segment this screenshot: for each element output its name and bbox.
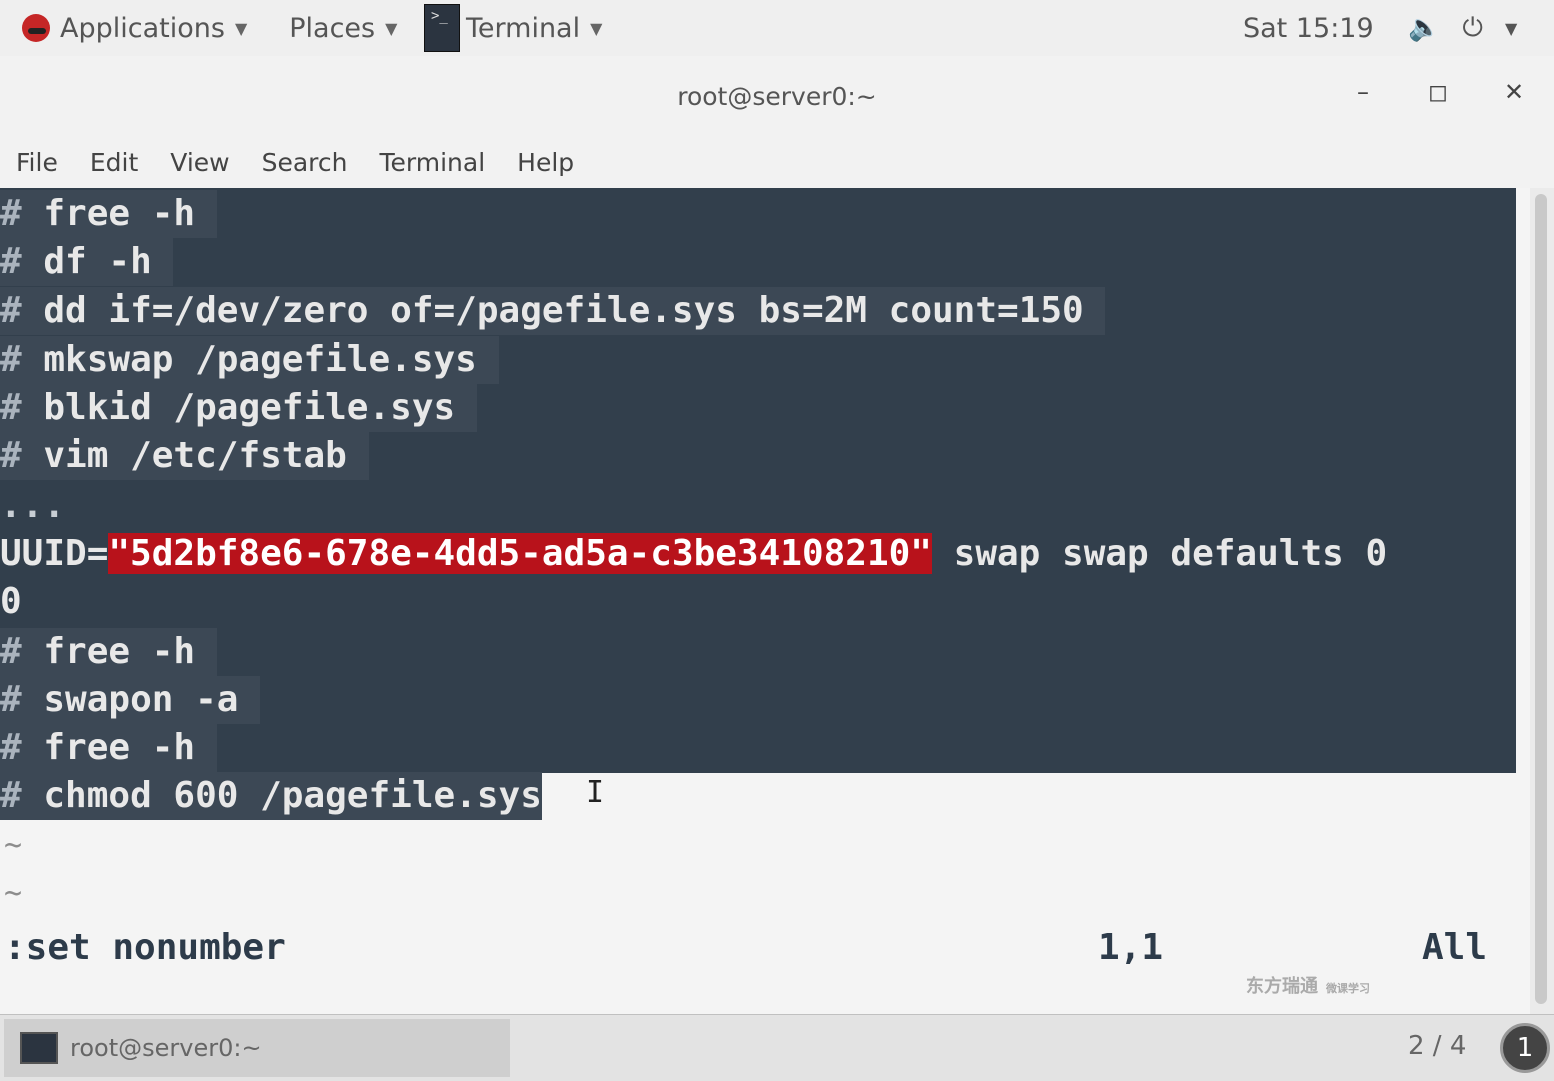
editor-line: # df -h (0, 238, 174, 286)
uuid-value: "5d2bf8e6-678e-4dd5-ad5a-c3be34108210" (108, 533, 932, 574)
cursor-position: 1,1 (1098, 927, 1164, 968)
menu-view[interactable]: View (154, 148, 245, 177)
editor-line: # free -h (0, 190, 217, 238)
top-panel: Applications ▼ Places ▼ >_ Terminal ▼ Sa… (0, 0, 1554, 57)
empty-line-tilde: ~ (4, 828, 23, 863)
terminal-icon (20, 1032, 58, 1064)
workspace-indicator[interactable]: 2 / 4 (1408, 1031, 1466, 1061)
maximize-button[interactable]: ◻ (1421, 78, 1455, 106)
text-cursor-icon: I (586, 775, 605, 810)
redhat-logo-icon (22, 14, 50, 42)
empty-line-tilde: ~ (4, 876, 23, 911)
ellipsis-line: ... (0, 485, 66, 526)
window-titlebar[interactable]: root@server0:~ – ◻ ✕ (0, 56, 1554, 136)
taskbar-window-item[interactable]: root@server0:~ (4, 1019, 510, 1077)
applications-label: Applications (60, 12, 225, 44)
terminal-app-label: Terminal (466, 12, 581, 44)
menu-edit[interactable]: Edit (74, 148, 154, 177)
close-button[interactable]: ✕ (1497, 78, 1531, 106)
clock-label: Sat 15:19 (1243, 12, 1374, 44)
chevron-down-icon: ▼ (385, 18, 398, 38)
power-icon[interactable]: ⏻ (1462, 13, 1483, 44)
applications-menu[interactable]: Applications ▼ (0, 0, 259, 56)
menu-help[interactable]: Help (501, 148, 590, 177)
editor-line: # mkswap /pagefile.sys (0, 336, 499, 384)
chevron-down-icon: ▼ (590, 18, 603, 38)
watermark-logo: 东方瑞通 微课学习 (1246, 976, 1370, 997)
volume-icon[interactable]: 🔈 (1408, 13, 1440, 43)
editor-line: # chmod 600 /pagefile.sys (0, 772, 542, 820)
menu-terminal[interactable]: Terminal (363, 148, 501, 177)
places-menu[interactable]: Places ▼ (277, 0, 409, 56)
window-title: root@server0:~ (677, 81, 877, 111)
menu-bar: File Edit View Search Terminal Help (0, 136, 1554, 188)
notification-badge[interactable]: 1 (1500, 1023, 1550, 1073)
taskbar-window-label: root@server0:~ (70, 1034, 262, 1062)
scroll-position: All (1422, 927, 1488, 968)
chevron-down-icon: ▼ (234, 18, 248, 38)
bottom-panel: root@server0:~ 2 / 4 1 (0, 1014, 1554, 1081)
editor-line: # dd if=/dev/zero of=/pagefile.sys bs=2M… (0, 287, 1106, 335)
uuid-line-wrap: 0 (0, 581, 22, 622)
editor-line: # free -h (0, 628, 217, 676)
terminal-area[interactable]: # free -h # df -h # dd if=/dev/zero of=/… (0, 188, 1530, 1014)
clock[interactable]: Sat 15:19 (1243, 0, 1374, 56)
editor-line: # free -h (0, 724, 217, 772)
vim-command-line: :set nonumber (4, 927, 286, 968)
terminal-scrollbar[interactable] (1530, 188, 1554, 1014)
terminal-icon: >_ (424, 4, 460, 52)
uuid-line: UUID="5d2bf8e6-678e-4dd5-ad5a-c3be341082… (0, 533, 1388, 574)
menu-search[interactable]: Search (246, 148, 364, 177)
terminal-app-menu[interactable]: >_ Terminal ▼ (424, 2, 624, 54)
editor-line: # vim /etc/fstab (0, 432, 369, 480)
chevron-down-icon[interactable]: ▼ (1505, 19, 1517, 38)
minimize-button[interactable]: – (1346, 78, 1380, 106)
editor-line: # swapon -a (0, 676, 261, 724)
scrollbar-thumb[interactable] (1535, 194, 1547, 1004)
system-tray[interactable]: 🔈 ⏻ ▼ (1408, 0, 1517, 56)
menu-file[interactable]: File (0, 148, 74, 177)
places-label: Places (289, 12, 376, 44)
editor-line: # blkid /pagefile.sys (0, 384, 477, 432)
